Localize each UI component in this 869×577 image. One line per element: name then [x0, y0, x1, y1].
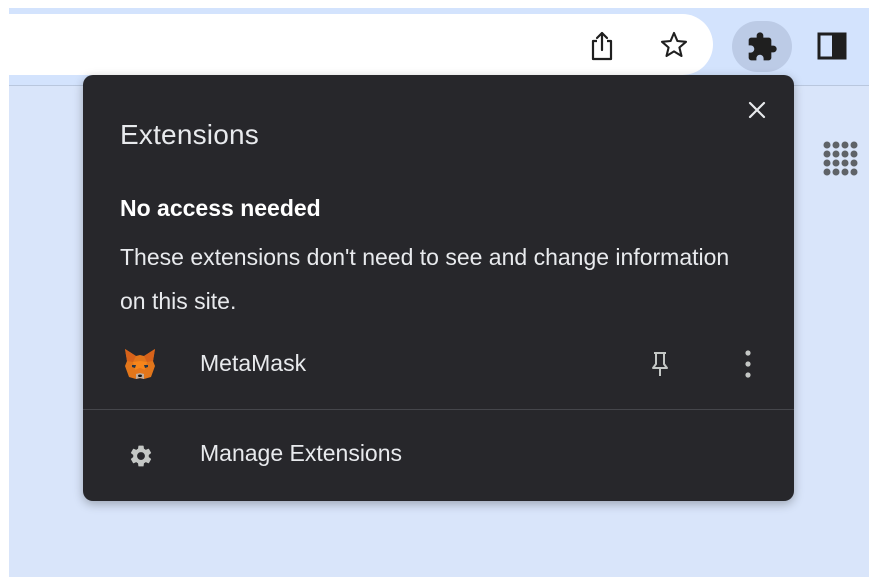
popup-title: Extensions: [120, 119, 259, 150]
pin-button[interactable]: [645, 345, 675, 383]
star-icon: [660, 31, 688, 58]
manage-extensions-label: Manage Extensions: [200, 440, 403, 466]
extensions-popup: Extensions No access needed These extens…: [83, 75, 794, 501]
section-heading: No access needed: [120, 195, 321, 221]
share-button[interactable]: [586, 28, 618, 64]
popup-divider: [83, 409, 794, 410]
apps-grid-icon: [823, 141, 858, 176]
pin-icon: [652, 352, 668, 376]
close-icon: [748, 101, 766, 119]
side-panel-icon: [817, 32, 847, 60]
extensions-button[interactable]: [732, 21, 792, 72]
apps-launcher[interactable]: [822, 140, 860, 178]
more-actions-button[interactable]: [733, 345, 763, 383]
puzzle-icon: [748, 31, 777, 60]
share-icon: [591, 31, 613, 61]
extension-row-metamask[interactable]: MetaMask: [83, 333, 794, 395]
extension-name: MetaMask: [200, 350, 307, 376]
section-description: These extensions don't need to see and c…: [120, 244, 730, 314]
gear-icon: [130, 445, 152, 467]
bookmark-button[interactable]: [656, 26, 692, 64]
more-vert-icon: [745, 350, 751, 378]
close-button[interactable]: [742, 95, 772, 125]
side-panel-button[interactable]: [815, 30, 849, 62]
metamask-fox-icon: [125, 349, 155, 379]
manage-extensions-button[interactable]: Manage Extensions: [83, 425, 794, 487]
